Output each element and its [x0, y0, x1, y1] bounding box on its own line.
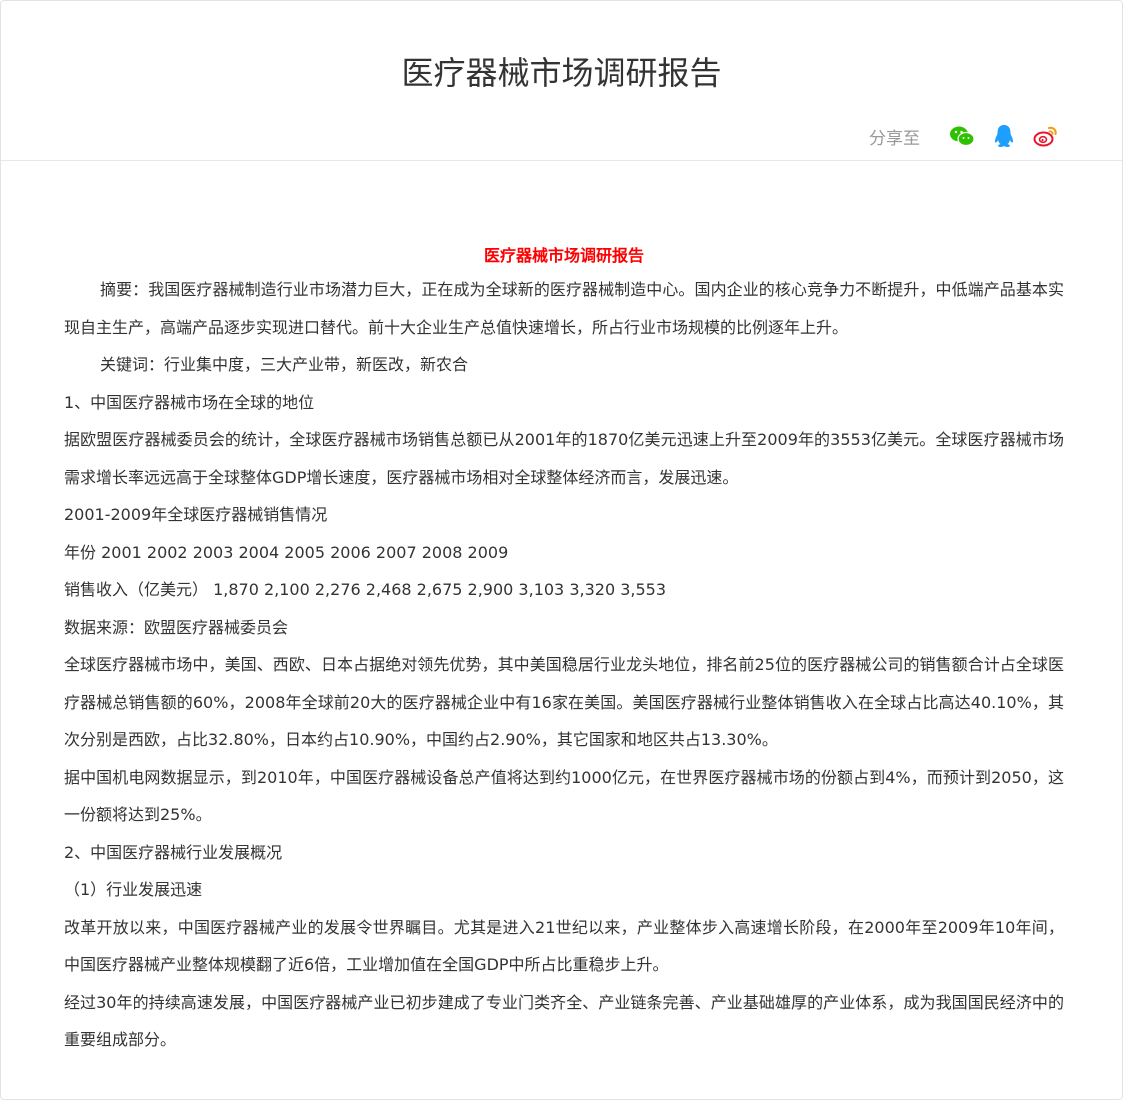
table-row-revenue: 销售收入（亿美元） 1,870 2,100 2,276 2,468 2,675 …: [64, 580, 667, 599]
abstract-paragraph: 摘要：我国医疗器械制造行业市场潜力巨大，正在成为全球新的医疗器械制造中心。国内企…: [64, 280, 1064, 337]
data-source: 数据来源：欧盟医疗器械委员会: [64, 617, 289, 637]
article-header: 医疗器械市场调研报告 分享至: [1, 1, 1122, 161]
page-title: 医疗器械市场调研报告: [401, 54, 722, 92]
body-paragraph: 经过30年的持续高速发展，中国医疗器械产业已初步建成了专业门类齐全、产业链条完善…: [64, 992, 1064, 1050]
body-paragraph: 据欧盟医疗器械委员会的统计，全球医疗器械市场销售总额已从2001年的1870亿美…: [64, 430, 1064, 487]
body-paragraph: 全球医疗器械市场中，美国、西欧、日本占据绝对领先优势，其中美国稳居行业龙头地位，…: [64, 655, 1064, 749]
table-caption: 2001-2009年全球医疗器械销售情况: [64, 505, 328, 524]
share-bar: 分享至: [869, 121, 1060, 151]
section-heading: 2、中国医疗器械行业发展概况: [64, 842, 283, 862]
keywords-paragraph: 关键词：行业集中度，三大产业带，新医改，新农合: [100, 355, 469, 374]
table-row-years: 年份 2001 2002 2003 2004 2005 2006 2007 20…: [64, 542, 509, 562]
article-card: 医疗器械市场调研报告 分享至 医疗器械市场调研报告 摘要：我国医疗器械制造行业市…: [0, 0, 1123, 1100]
article-heading: 医疗器械市场调研报告: [483, 246, 644, 265]
weibo-icon[interactable]: [1032, 122, 1060, 150]
body-paragraph: 据中国机电网数据显示，到2010年，中国医疗器械设备总产值将达到约1000亿元，…: [64, 767, 1064, 825]
body-paragraph: 改革开放以来，中国医疗器械产业的发展令世界瞩目。尤其是进入21世纪以来，产业整体…: [64, 917, 1064, 975]
subsection-heading: （1）行业发展迅速: [64, 880, 203, 899]
share-label: 分享至: [869, 128, 920, 149]
qq-icon[interactable]: [990, 122, 1018, 150]
wechat-icon[interactable]: [948, 122, 976, 150]
article-body: 医疗器械市场调研报告 摘要：我国医疗器械制造行业市场潜力巨大，正在成为全球新的医…: [64, 241, 1064, 1059]
section-heading: 1、中国医疗器械市场在全球的地位: [64, 392, 315, 412]
